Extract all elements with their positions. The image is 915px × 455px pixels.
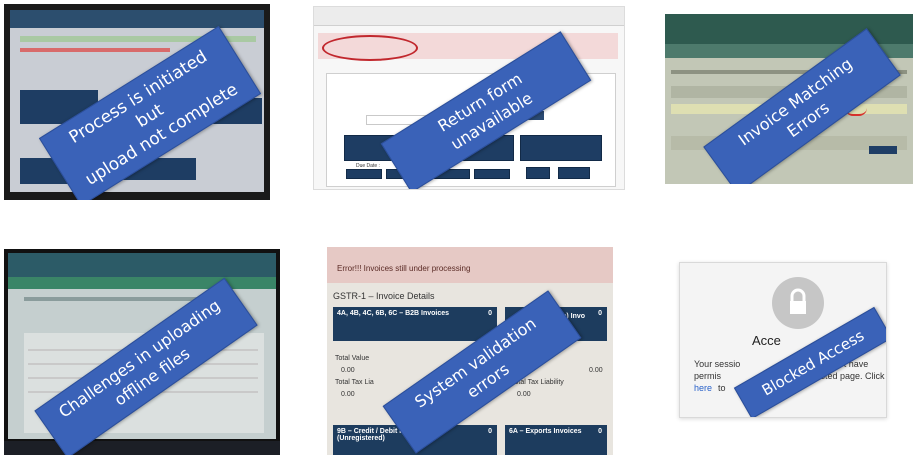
message-line: permis	[694, 371, 722, 381]
here-link[interactable]: here	[694, 383, 712, 393]
total-tax-value: 0.00	[341, 391, 355, 398]
card-count: 0	[598, 310, 602, 317]
action-button[interactable]	[526, 167, 550, 179]
card-count: 0	[488, 310, 492, 317]
tile-offline-files: Challenges in uploading offline files	[4, 249, 280, 455]
total-tax-label: Total Tax Lia	[335, 379, 374, 386]
b2b-invoices-card[interactable]: 4A, 4B, 4C, 6B, 6C – B2B Invoices 0	[333, 307, 497, 341]
tile-return-form: Due Date : Return form unavailable	[313, 6, 625, 190]
card-title: 6A – Exports Invoices	[509, 428, 582, 435]
tile-system-validation: Error!!! Invoices still under processing…	[327, 247, 613, 455]
message-line: Your sessio	[694, 359, 741, 369]
tile-invoice-matching: Invoice Matching Errors	[665, 14, 913, 184]
highlight-circle	[322, 35, 418, 61]
total-value-label: Total Value	[335, 355, 370, 362]
access-title: Acce	[752, 333, 781, 348]
card-count: 0	[598, 428, 602, 435]
tile-blocked-access: Acce Your sessio you don't have permis e…	[679, 262, 887, 418]
exports-invoices-card[interactable]: 6A – Exports Invoices 0	[505, 425, 607, 455]
message-line: to	[718, 383, 726, 393]
action-button[interactable]	[474, 169, 510, 179]
invoice-details-title: GSTR-1 – Invoice Details	[333, 291, 435, 301]
error-alert: Error!!! Invoices still under processing	[337, 264, 471, 273]
lock-icon	[772, 277, 824, 329]
card-count: 0	[488, 428, 492, 435]
total-tax-value: 0.00	[517, 391, 531, 398]
tile-process-initiated: Process is initiated but upload not comp…	[4, 4, 270, 200]
total-value: 0.00	[341, 367, 355, 374]
action-button[interactable]	[346, 169, 382, 179]
action-button[interactable]	[558, 167, 590, 179]
taskbar	[4, 441, 280, 455]
due-date-label: Due Date :	[356, 163, 380, 169]
total-value: 0.00	[589, 367, 603, 374]
form-card	[520, 135, 602, 161]
card-title: 4A, 4B, 4C, 6B, 6C – B2B Invoices	[337, 310, 450, 317]
